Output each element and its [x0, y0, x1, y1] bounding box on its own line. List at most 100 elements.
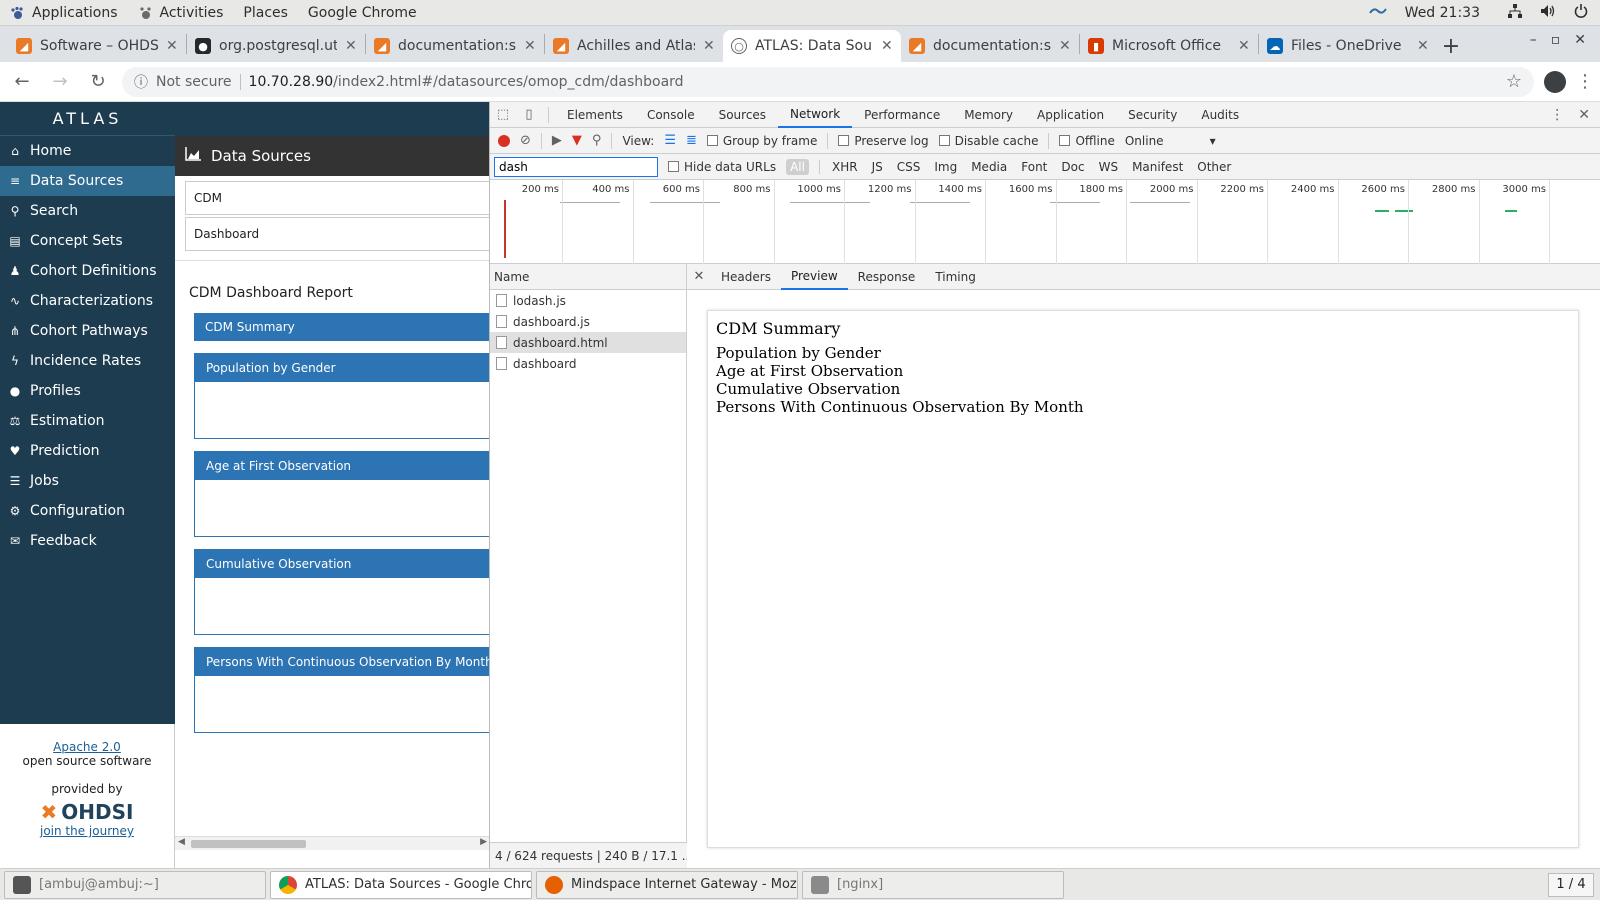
sidebar-item-estimation[interactable]: ⚖ Estimation	[0, 406, 175, 436]
type-filter-font[interactable]: Font	[1019, 160, 1049, 174]
places-menu[interactable]: Places	[233, 5, 298, 21]
app-menu[interactable]: Google Chrome	[298, 5, 427, 21]
sidebar-item-feedback[interactable]: ✉ Feedback	[0, 526, 175, 556]
sidebar-item-configuration[interactable]: ⚙ Configuration	[0, 496, 175, 526]
type-filter-media[interactable]: Media	[969, 160, 1009, 174]
workspace-indicator[interactable]: 1 / 4	[1548, 872, 1594, 897]
taskbar-item-nginx[interactable]: [nginx]	[802, 870, 1064, 899]
not-secure-label[interactable]: Not secure	[156, 74, 232, 90]
activities-button[interactable]: Activities	[128, 5, 234, 21]
join-journey-link[interactable]: join the journey	[0, 824, 174, 838]
sidebar-item-cohort-pathways[interactable]: ⋔ Cohort Pathways	[0, 316, 175, 346]
taskbar-item-terminal[interactable]: [ambuj@ambuj:~]	[4, 870, 266, 899]
report-select[interactable]: Dashboard	[185, 217, 489, 251]
applications-menu[interactable]: Applications	[0, 5, 128, 21]
cdm-summary-panel-header[interactable]: CDM Summary	[194, 313, 489, 341]
panel-header[interactable]: Age at First Observation	[195, 452, 489, 480]
profile-avatar-icon[interactable]	[1544, 70, 1566, 93]
maximize-icon[interactable]: ▫	[1551, 32, 1561, 48]
record-icon[interactable]	[498, 134, 510, 147]
sidebar-item-incidence-rates[interactable]: ϟ Incidence Rates	[0, 346, 175, 376]
tab-network[interactable]: Network	[778, 102, 853, 128]
tab-performance[interactable]: Performance	[852, 102, 952, 128]
search-icon[interactable]: ⚲	[592, 133, 602, 148]
reload-button[interactable]: ↻	[84, 68, 112, 96]
screenshot-camera-icon[interactable]: ▶	[552, 133, 562, 148]
type-filter-ws[interactable]: WS	[1097, 160, 1120, 174]
atlas-logo[interactable]: ATLAS	[0, 102, 175, 136]
horizontal-scrollbar[interactable]: ◀ ▶	[175, 836, 489, 850]
taskbar-item-firefox[interactable]: Mindspace Internet Gateway - Mozill...	[536, 870, 798, 899]
type-filter-doc[interactable]: Doc	[1059, 160, 1086, 174]
wired-network-icon[interactable]	[1508, 3, 1522, 22]
close-tab-icon[interactable]: ✕	[1238, 38, 1250, 54]
panel-header[interactable]: Cumulative Observation	[195, 550, 489, 578]
scroll-left-icon[interactable]: ◀	[178, 837, 185, 847]
sidebar-item-concept-sets[interactable]: ▤ Concept Sets	[0, 226, 175, 256]
tab-response[interactable]: Response	[848, 264, 926, 290]
source-select[interactable]: CDM	[185, 181, 489, 215]
browser-tab[interactable]: ☁ Files - OneDrive ✕	[1259, 30, 1437, 62]
filter-icon[interactable]: ▼	[572, 133, 582, 148]
power-icon[interactable]	[1574, 3, 1588, 22]
license-link[interactable]: Apache 2.0	[0, 740, 174, 754]
close-tab-icon[interactable]: ✕	[1417, 38, 1429, 54]
browser-tab[interactable]: ◢ documentation:sof ✕	[901, 30, 1079, 62]
browser-tab[interactable]: ◢ Achilles and Atlas ✕	[545, 30, 723, 62]
clear-icon[interactable]: ⊘	[520, 133, 531, 148]
list-view-icon[interactable]: ☰	[664, 133, 676, 148]
filter-input[interactable]	[494, 156, 658, 177]
name-column-header[interactable]: Name	[490, 264, 686, 290]
sidebar-item-data-sources[interactable]: ≡ Data Sources	[0, 166, 175, 196]
sidebar-item-prediction[interactable]: ♥ Prediction	[0, 436, 175, 466]
close-window-icon[interactable]: ✕	[1574, 32, 1586, 48]
minimize-icon[interactable]: –	[1530, 32, 1537, 48]
address-bar[interactable]: ⓘ Not secure 10.70.28.90/index2.html#/da…	[122, 66, 1534, 97]
waterfall-view-icon[interactable]: ≣	[686, 133, 697, 148]
tab-security[interactable]: Security	[1116, 102, 1189, 128]
throttling-select[interactable]: Online ▾	[1125, 134, 1216, 148]
tab-headers[interactable]: Headers	[711, 264, 781, 290]
tab-audits[interactable]: Audits	[1189, 102, 1251, 128]
sidebar-item-home[interactable]: ⌂ Home	[0, 136, 175, 166]
request-row[interactable]: dashboard.js	[490, 311, 686, 332]
browser-tab[interactable]: ◢ documentation:sof ✕	[366, 30, 544, 62]
sidebar-item-jobs[interactable]: ☰ Jobs	[0, 466, 175, 496]
group-by-frame-checkbox[interactable]: Group by frame	[706, 134, 817, 148]
back-button[interactable]: ←	[8, 68, 36, 96]
info-icon[interactable]: ⓘ	[134, 72, 148, 92]
type-filter-xhr[interactable]: XHR	[830, 160, 860, 174]
tab-preview[interactable]: Preview	[780, 264, 848, 290]
close-devtools-icon[interactable]: ✕	[1578, 107, 1590, 123]
type-filter-img[interactable]: Img	[932, 160, 959, 174]
chrome-menu-icon[interactable]: ⋮	[1576, 71, 1594, 92]
type-filter-css[interactable]: CSS	[895, 160, 923, 174]
tab-memory[interactable]: Memory	[952, 102, 1025, 128]
sidebar-item-search[interactable]: ⚲ Search	[0, 196, 175, 226]
panel-header[interactable]: Persons With Continuous Observation By M…	[195, 648, 489, 676]
scrollbar-thumb[interactable]	[191, 840, 306, 848]
close-detail-icon[interactable]: ✕	[687, 269, 711, 284]
disable-cache-checkbox[interactable]: Disable cache	[938, 134, 1038, 148]
bookmark-star-icon[interactable]: ☆	[1506, 71, 1522, 92]
type-filter-js[interactable]: JS	[870, 160, 885, 174]
preserve-log-checkbox[interactable]: Preserve log	[838, 134, 929, 148]
devtools-menu-icon[interactable]: ⋮	[1550, 107, 1564, 123]
type-filter-manifest[interactable]: Manifest	[1130, 160, 1185, 174]
tab-sources[interactable]: Sources	[707, 102, 778, 128]
inspect-element-icon[interactable]: ⬚	[490, 102, 516, 128]
sidebar-item-characterizations[interactable]: ∿ Characterizations	[0, 286, 175, 316]
close-tab-icon[interactable]: ✕	[1059, 38, 1071, 54]
hide-data-urls-checkbox[interactable]: Hide data URLs	[668, 160, 776, 174]
browser-tab[interactable]: ● org.postgresql.util ✕	[187, 30, 365, 62]
tab-console[interactable]: Console	[635, 102, 707, 128]
clock[interactable]: Wed 21:33	[1405, 5, 1480, 21]
browser-tab[interactable]: ◢ Software – OHDSI ✕	[8, 30, 186, 62]
tab-elements[interactable]: Elements	[555, 102, 635, 128]
request-row-selected[interactable]: dashboard.html	[490, 332, 686, 353]
tab-application[interactable]: Application	[1025, 102, 1116, 128]
tab-timing[interactable]: Timing	[925, 264, 986, 290]
device-toolbar-icon[interactable]: ▯	[516, 102, 542, 128]
browser-tab[interactable]: ▮ Microsoft Office ✕	[1080, 30, 1258, 62]
sidebar-item-profiles[interactable]: ● Profiles	[0, 376, 175, 406]
